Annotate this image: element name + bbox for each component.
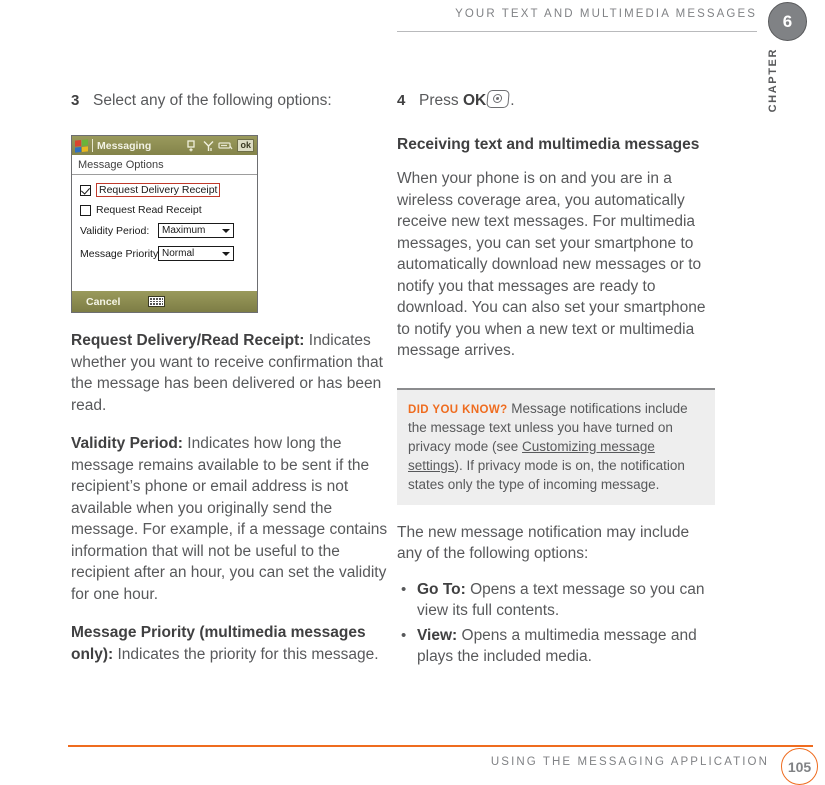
device-field-validity-period: Validity Period: Maximum [80,223,249,238]
step-3-number: 3 [71,92,80,109]
device-checkbox-row-read[interactable]: Request Read Receipt [80,204,249,216]
definition-text-validity-period: Indicates how long the message remains a… [71,435,388,603]
device-field-message-priority: Message Priority: Normal [80,246,249,261]
did-you-know-callout: DID YOU KNOW? Message notifications incl… [397,387,715,505]
dropdown-value-message-priority: Normal [162,248,195,259]
intro-paragraph: When your phone is on and you are in a w… [397,170,706,359]
dropdown-validity-period[interactable]: Maximum [158,223,234,238]
device-titlebar: Messaging ok [72,136,257,155]
definition-text-message-priority: Indicates the priority for this message. [113,645,379,663]
checkbox-label-request-read-receipt: Request Read Receipt [96,204,202,216]
list-intro-paragraph: The new message notification may include… [397,523,690,563]
signal-icon [203,140,214,151]
field-label-message-priority: Message Priority: [80,247,162,260]
device-app-title: Messaging [97,139,152,152]
step-4: 4 Press OK. [397,90,715,111]
chevron-down-icon [222,228,230,233]
device-status-icons: ok [187,139,254,152]
dropdown-value-validity-period: Maximum [162,225,206,236]
checkbox-request-read-receipt[interactable] [80,204,91,216]
device-screenshot-figure: Messaging ok Message Options Request Del… [71,135,258,313]
bullet-icon: • [401,626,407,644]
keyboard-icon[interactable] [148,296,166,307]
device-checkbox-row-delivery[interactable]: Request Delivery Receipt [80,183,249,197]
step-3-text: Select any of the following options: [93,92,332,109]
titlebar-divider [92,139,93,152]
list-item: • Go To: Opens a text message so you can… [397,579,715,622]
step-4-number: 4 [397,92,406,109]
list-item-term-go-to: Go To: [417,580,466,598]
running-header-title: YOUR TEXT AND MULTIMEDIA MESSAGES [455,8,757,20]
page-header: YOUR TEXT AND MULTIMEDIA MESSAGES [0,0,825,44]
connectivity-icon [218,142,233,150]
page-footer: USING THE MESSAGING APPLICATION 105 [0,732,825,785]
definition-term-request-receipt: Request Delivery/Read Receipt: [71,332,305,349]
chapter-number-badge: 6 [768,2,807,41]
ok-hardware-key-icon [486,90,510,108]
step-4-text: Press OK. [419,90,715,111]
chapter-label: CHAPTER [767,48,779,113]
list-item-body: Go To: Opens a text message so you can v… [417,579,715,622]
definition-request-receipt: Request Delivery/Read Receipt: Indicates… [71,330,389,416]
list-item-body: View: Opens a multimedia message and pla… [417,625,715,668]
list-item-term-view: View: [417,626,458,644]
definition-term-validity-period: Validity Period: [71,435,183,452]
left-column: 3 Select any of the following options: M… [71,90,389,665]
header-divider [397,31,757,32]
definition-validity-period: Validity Period: Indicates how long the … [71,433,389,605]
list-item: • View: Opens a multimedia message and p… [397,625,715,668]
bullet-icon: • [401,580,407,598]
chevron-down-icon [222,251,230,256]
right-column: 4 Press OK. Receiving text and multimedi… [397,90,715,671]
step-4-text-after: . [510,92,515,109]
step-4-bold-label: OK [462,92,487,109]
notification-options-list: • Go To: Opens a text message so you can… [397,579,715,668]
step-3: 3 Select any of the following options: [71,90,389,111]
device-screen-subtitle: Message Options [72,155,257,175]
checkbox-label-request-delivery-receipt: Request Delivery Receipt [96,183,221,197]
chapter-tab: 6 CHAPTER [760,0,825,130]
device-softkey-bar: Cancel [72,291,257,312]
checkbox-request-delivery-receipt[interactable] [80,184,91,196]
device-screen-body: Request Delivery Receipt Request Read Re… [72,175,257,291]
field-label-validity-period: Validity Period: [80,224,150,237]
volume-icon [187,139,196,151]
footer-divider [68,745,813,747]
device-ok-button[interactable]: ok [237,139,254,152]
section-heading-receiving-messages: Receiving text and multimedia messages [397,136,700,153]
did-you-know-label: DID YOU KNOW? [408,403,508,416]
windows-logo-icon [75,138,88,153]
softkey-cancel[interactable]: Cancel [86,296,120,308]
list-item-text-view: Opens a multimedia message and plays the… [417,626,697,666]
step-4-text-before: Press [419,92,463,109]
page-number-badge: 105 [781,748,818,785]
dropdown-message-priority[interactable]: Normal [158,246,234,261]
footer-title: USING THE MESSAGING APPLICATION [490,756,769,768]
definition-message-priority: Message Priority (multimedia messages on… [71,622,389,665]
